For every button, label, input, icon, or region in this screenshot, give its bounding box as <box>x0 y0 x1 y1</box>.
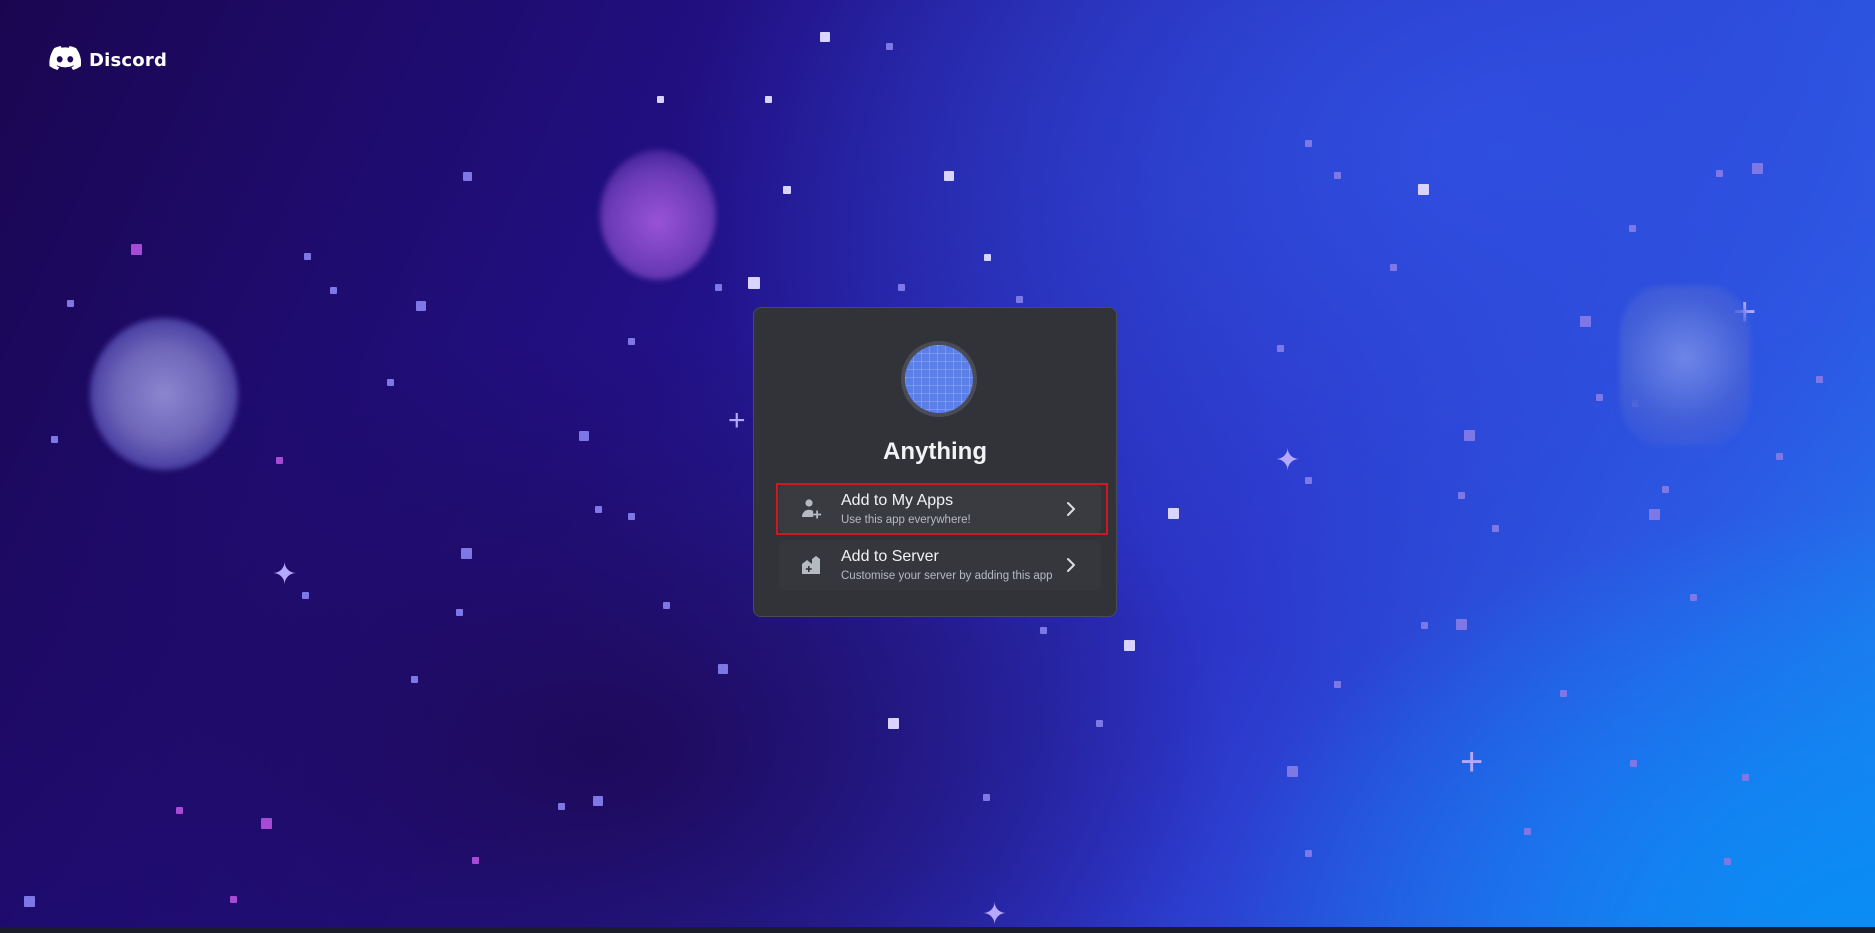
discord-wordmark: Discord <box>89 50 168 71</box>
server-add-icon <box>799 553 823 577</box>
sparkle-icon: + <box>728 404 746 437</box>
option-title: Add to My Apps <box>841 491 954 509</box>
sparkle-icon: ✦ <box>982 898 1008 931</box>
option-subtitle: Customise your server by adding this app <box>841 569 1053 582</box>
chevron-right-icon <box>1059 553 1083 577</box>
option-title: Add to Server <box>841 547 939 565</box>
option-subtitle: Use this app everywhere! <box>841 513 971 526</box>
discord-logo-icon <box>49 46 82 75</box>
app-avatar <box>905 345 973 413</box>
add-to-my-apps-button[interactable]: Add to My Apps Use this app everywhere! <box>779 484 1101 534</box>
sparkle-icon: + <box>1460 740 1484 784</box>
decor-potion <box>600 150 716 280</box>
person-add-icon <box>799 497 823 521</box>
decor-orb <box>90 318 238 470</box>
app-avatar-frame <box>901 341 977 417</box>
oauth-page: ✦ ✦ + + + ✦ Discord Anything <box>0 0 1875 933</box>
discord-logo[interactable]: Discord <box>49 46 167 75</box>
authorize-card: Anything Add to My Apps Use this app eve… <box>753 307 1117 617</box>
chevron-right-icon <box>1059 497 1083 521</box>
add-to-server-button[interactable]: Add to Server Customise your server by a… <box>779 540 1101 590</box>
decor-cube <box>1620 286 1750 446</box>
window-bottom-border <box>0 927 1875 933</box>
sparkle-icon: ✦ <box>1275 444 1301 477</box>
app-name: Anything <box>883 438 987 465</box>
sparkle-icon: ✦ <box>272 558 298 591</box>
